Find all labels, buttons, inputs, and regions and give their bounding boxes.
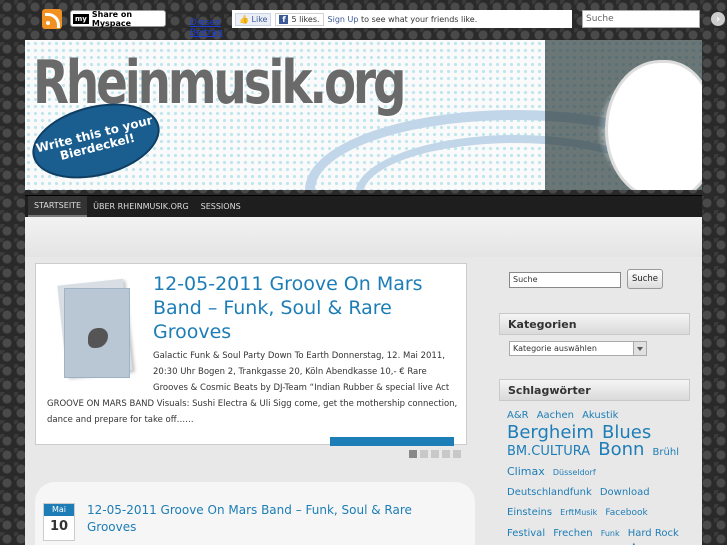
- category-select[interactable]: Kategorie auswählen: [509, 341, 647, 356]
- tag-link[interactable]: Brühl: [653, 447, 679, 458]
- tag-link[interactable]: Download: [600, 487, 650, 498]
- tag-link[interactable]: Frechen: [553, 528, 592, 539]
- tag-link[interactable]: Bonn: [598, 439, 644, 460]
- top-bar: my Share on Myspace Diesen Beitrag via T…: [0, 0, 727, 68]
- featured-post-excerpt: Galactic Funk & Soul Party Down To Earth…: [47, 348, 458, 428]
- fb-count-label: 5 likes.: [291, 14, 320, 24]
- sidebar-search-button[interactable]: Suche: [627, 269, 663, 289]
- tag-link[interactable]: Bergheim: [507, 422, 594, 443]
- excerpt-line: 20:30 Uhr Bogen 2, Trankgasse 20, Köln A…: [153, 367, 427, 377]
- content-area: 12-05-2011 Groove On Mars Band – Funk, S…: [25, 217, 702, 545]
- post-date-day: 10: [49, 519, 69, 534]
- categories-heading: Kategorien: [499, 313, 690, 335]
- post-entry: Mai 10 12-05-2011 Groove On Mars Band – …: [35, 482, 475, 545]
- slider-dot-4[interactable]: [442, 450, 450, 458]
- tag-link[interactable]: A&R: [507, 410, 529, 421]
- post-title[interactable]: 12-05-2011 Groove On Mars Band – Funk, S…: [87, 502, 457, 536]
- tag-cloud: A&R Aachen Akustik Bergheim Blues BM.CUL…: [507, 404, 689, 545]
- tag-link[interactable]: ErftMusik: [560, 508, 597, 517]
- fb-like-count: f 5 likes.: [275, 12, 324, 26]
- fb-signup-text: Sign Up to see what your friends like.: [328, 15, 478, 24]
- tag-link[interactable]: Einsteins: [507, 507, 552, 518]
- featured-post-title[interactable]: 12-05-2011 Groove On Mars Band – Funk, S…: [153, 272, 458, 344]
- nav-item-startseite[interactable]: Startseite: [28, 196, 88, 217]
- category-select-value: Kategorie auswählen: [513, 344, 597, 353]
- slider-dot-3[interactable]: [431, 450, 439, 458]
- fb-signup-rest: to see what your friends like.: [361, 14, 478, 24]
- myspace-icon: my: [73, 13, 89, 24]
- excerpt-line: Grooves & Cosmic Beats by DJ-Team “India…: [153, 383, 450, 393]
- tag-link[interactable]: Facebook: [605, 508, 647, 518]
- tags-heading: Schlagwörter: [499, 379, 690, 401]
- tag-link[interactable]: Akustik: [582, 410, 618, 421]
- thumbs-up-icon: 👍: [239, 14, 249, 24]
- tag-link[interactable]: Düsseldorf: [553, 468, 596, 477]
- nav-item-sessions[interactable]: Sessions: [195, 196, 247, 217]
- main-navigation: Startseite Über Rheinmusik.org Sessions: [25, 195, 702, 217]
- rss-icon[interactable]: [42, 9, 62, 29]
- slider-pagination: [409, 450, 461, 458]
- content-top-strip: [25, 217, 702, 257]
- chevron-down-icon: [633, 342, 646, 355]
- slider-dot-1[interactable]: [409, 450, 417, 458]
- fb-like-label: Like: [251, 14, 268, 24]
- site-header-banner[interactable]: Rheinmusik.org Write this to your Bierde…: [25, 40, 702, 190]
- post-date-month: Mai: [44, 504, 74, 516]
- sidebar-search-input[interactable]: Suche: [509, 272, 621, 288]
- tag-link[interactable]: Funk: [601, 529, 620, 538]
- top-search-input[interactable]: Suche: [582, 10, 700, 28]
- tag-link[interactable]: Aachen: [537, 410, 574, 421]
- slider-dot-2[interactable]: [420, 450, 428, 458]
- nav-item-ueber[interactable]: Über Rheinmusik.org: [87, 196, 195, 217]
- fb-like-button[interactable]: 👍 Like: [235, 12, 272, 26]
- facebook-like-box: 👍 Like f 5 likes. Sign Up to see what yo…: [232, 10, 572, 28]
- read-more-button[interactable]: [330, 437, 454, 446]
- facebook-icon: f: [279, 14, 289, 24]
- sidebar: Suche Suche Kategorien Kategorie auswähl…: [487, 257, 702, 545]
- fb-signup-link[interactable]: Sign Up: [328, 15, 359, 24]
- excerpt-line: dance and prepare for take off……: [47, 415, 194, 425]
- tag-link[interactable]: Festival: [507, 528, 545, 539]
- post-date-badge: Mai 10: [43, 503, 75, 541]
- myspace-label: Share on Myspace: [91, 9, 133, 28]
- tag-link[interactable]: Jazz: [631, 541, 664, 545]
- tag-link[interactable]: Climax: [507, 465, 545, 478]
- tag-link[interactable]: Deutschlandfunk: [507, 487, 592, 498]
- featured-slider: 12-05-2011 Groove On Mars Band – Funk, S…: [35, 263, 467, 446]
- search-icon[interactable]: ›: [711, 12, 725, 26]
- excerpt-line: Galactic Funk & Soul Party Down To Earth…: [153, 351, 445, 361]
- excerpt-line: GROOVE ON MARS BAND Visuals: Sushi Elect…: [47, 399, 458, 409]
- share-myspace-button[interactable]: my Share on Myspace: [70, 9, 166, 28]
- tag-link[interactable]: BM.CULTURA: [507, 444, 590, 459]
- slider-dot-5[interactable]: [453, 450, 461, 458]
